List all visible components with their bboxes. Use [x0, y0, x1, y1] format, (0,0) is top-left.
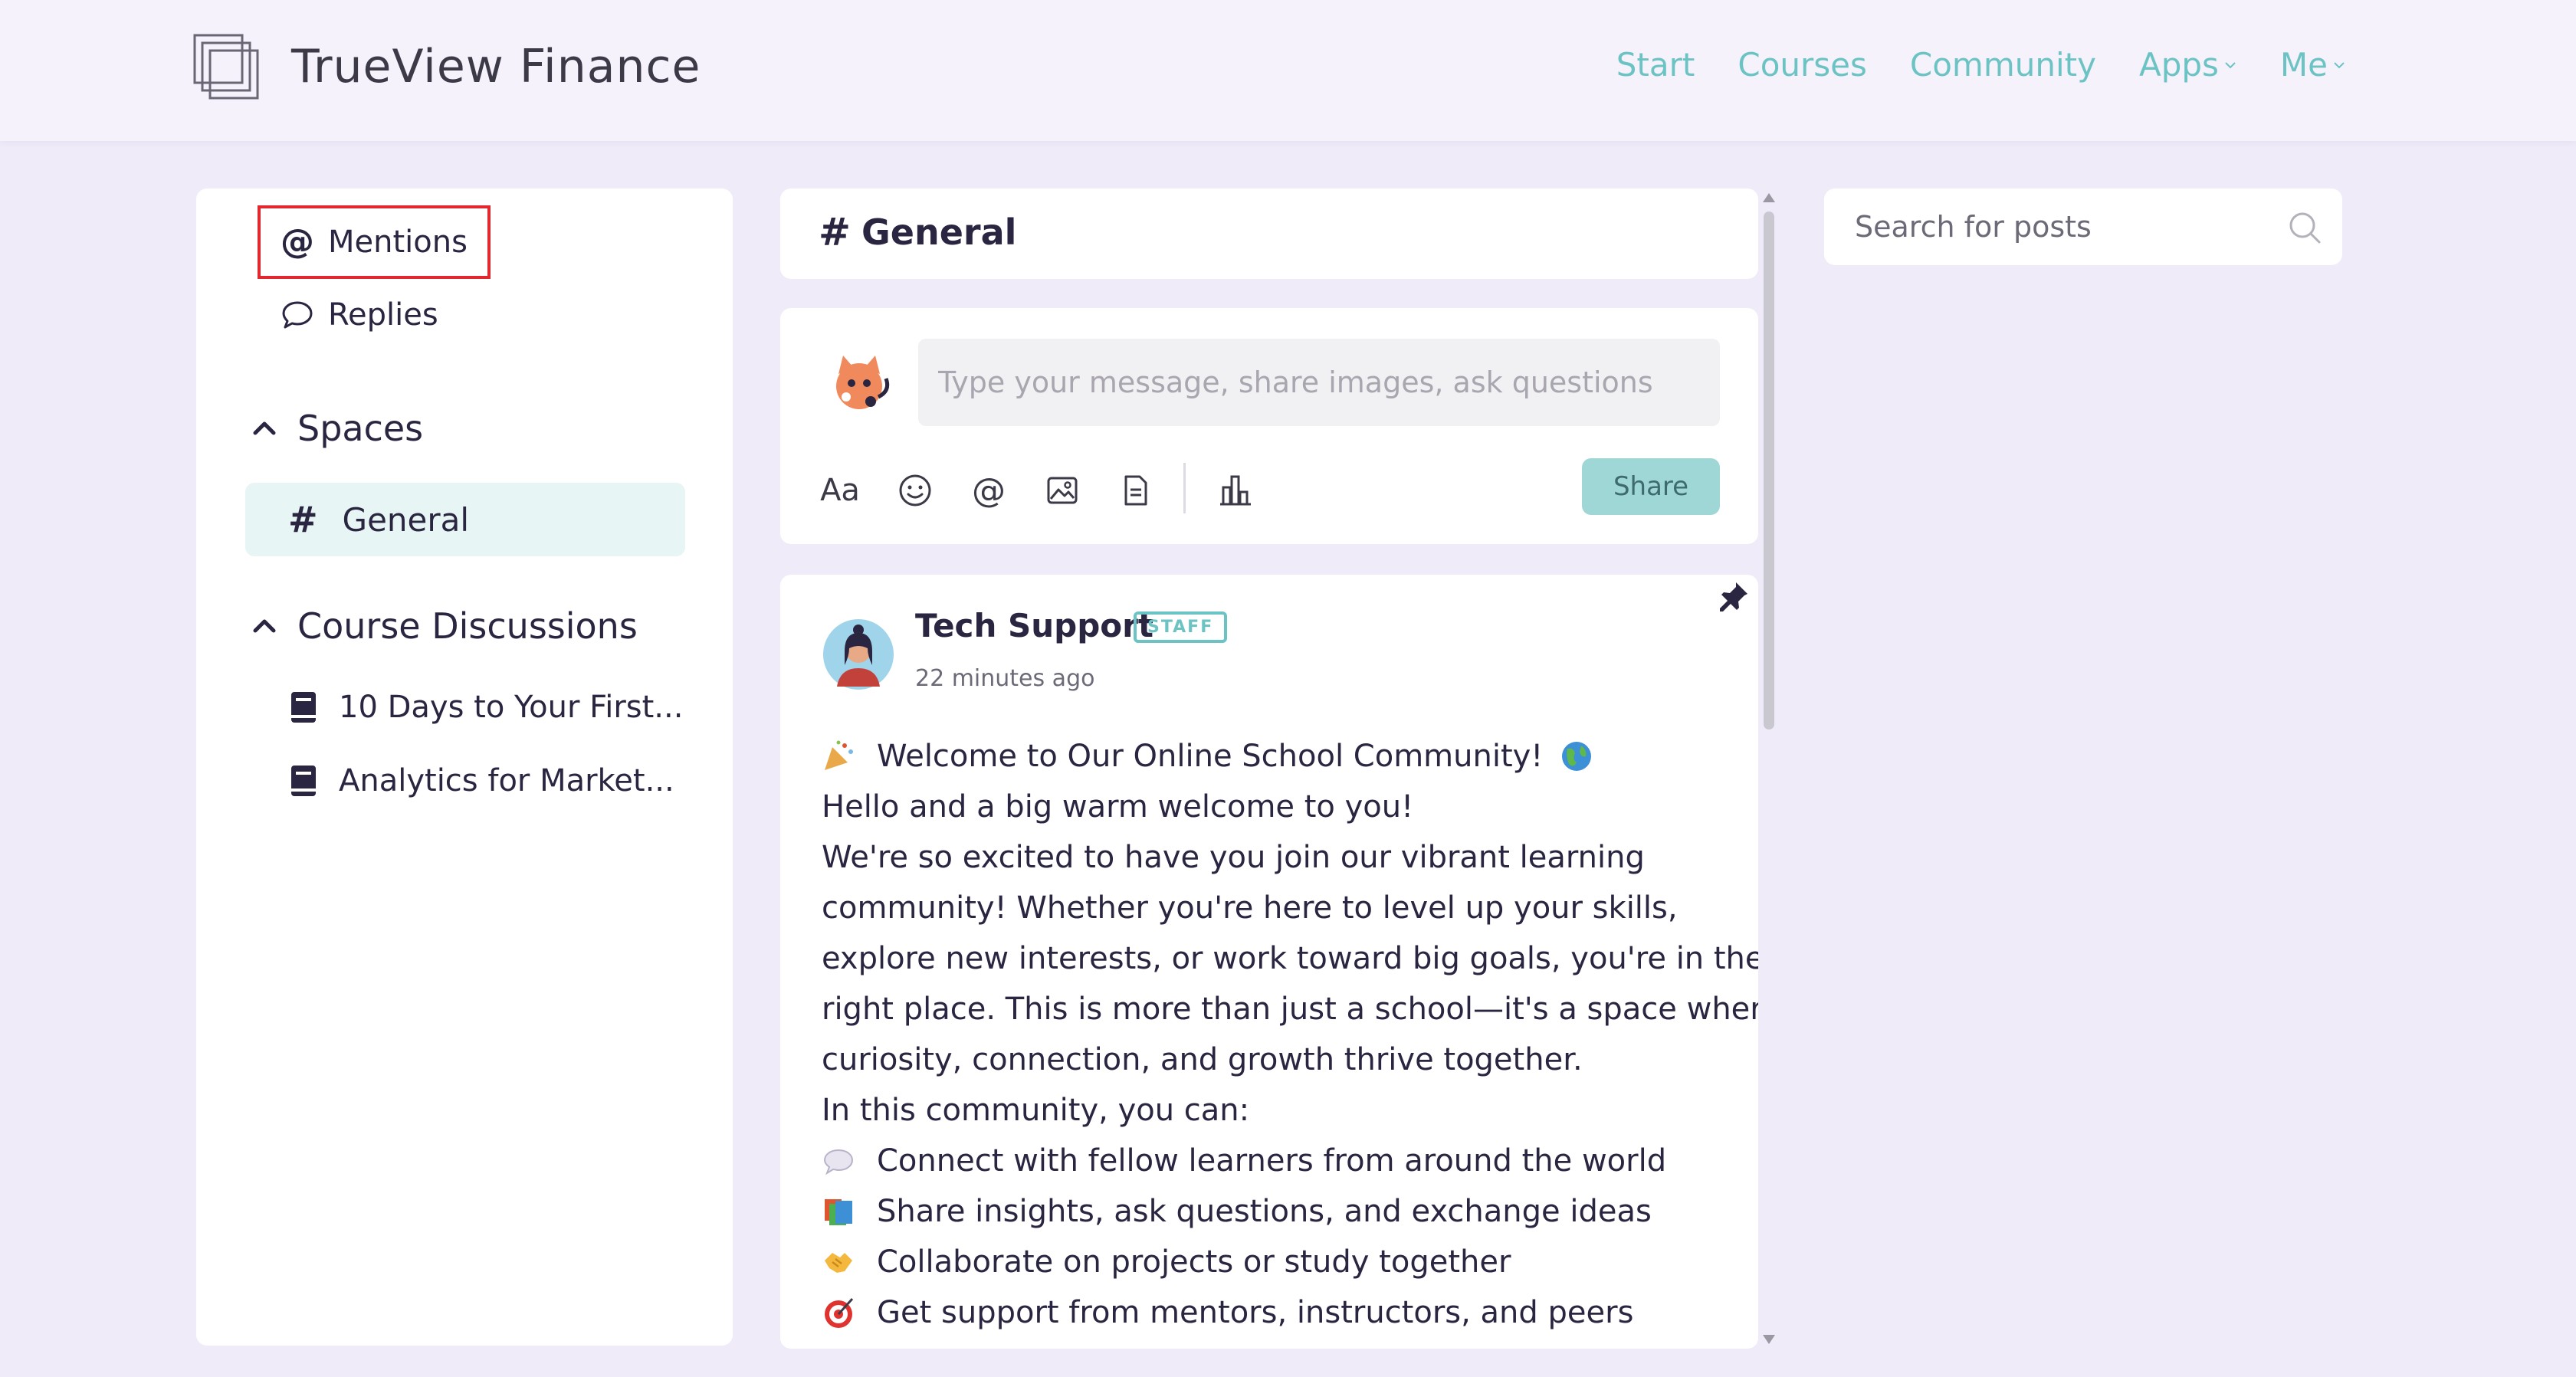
author-avatar[interactable] [822, 618, 895, 691]
spaces-toggle[interactable]: Spaces [251, 408, 423, 449]
at-icon: @ [972, 470, 1006, 510]
handshake-icon [825, 1253, 852, 1273]
book-icon [291, 766, 316, 796]
post-timestamp: 22 minutes ago [915, 665, 1095, 692]
attach-document-button[interactable] [1114, 469, 1157, 512]
nav-me[interactable]: Me [2280, 46, 2346, 84]
feed-scrollbar[interactable] [1760, 189, 1777, 1349]
post-line: Connect with fellow learners from around… [822, 1136, 1741, 1186]
scrollbar-thumb[interactable] [1764, 211, 1774, 729]
main-nav: Start Courses Community Apps Me [1616, 46, 2346, 84]
top-header: TrueView Finance Start Courses Community… [0, 0, 2576, 141]
post-line: Welcome to Our Online School Community! [822, 731, 1741, 782]
nav-community[interactable]: Community [1910, 46, 2096, 84]
chevron-down-icon [2334, 61, 2345, 68]
sidebar-replies[interactable]: Replies [281, 297, 438, 333]
post-line: community! Whether you're here to level … [822, 890, 1678, 926]
document-icon [1124, 475, 1147, 506]
sidebar-course-1[interactable]: 10 Days to Your First... [288, 690, 687, 725]
message-input[interactable] [918, 339, 1720, 426]
nav-courses[interactable]: Courses [1738, 46, 1867, 84]
staff-badge: STAFF [1134, 611, 1228, 643]
sidebar-mentions[interactable]: @ Mentions [281, 222, 468, 261]
logo-icon[interactable] [193, 34, 264, 104]
format-text-button[interactable]: Aa [819, 469, 861, 512]
post-line: Share insights, ask questions, and excha… [822, 1186, 1741, 1237]
search-icon[interactable] [2287, 210, 2322, 245]
smiley-icon [899, 474, 931, 507]
user-avatar[interactable] [825, 348, 894, 417]
sidebar-space-general[interactable]: # General [245, 483, 685, 556]
share-button[interactable]: Share [1582, 458, 1720, 515]
poll-button[interactable] [1214, 469, 1257, 512]
post-line: Get support from mentors, instructors, a… [822, 1287, 1741, 1338]
books-icon [825, 1199, 852, 1225]
hash-icon: # [819, 210, 851, 254]
image-upload-button[interactable] [1041, 469, 1084, 512]
scroll-up-arrow[interactable] [1763, 193, 1775, 202]
brand-name[interactable]: TrueView Finance [291, 40, 701, 93]
post-line: curiosity, connection, and growth thrive… [822, 1042, 1583, 1077]
post-line: right place. This is more than just a sc… [822, 992, 1758, 1027]
post-line: explore new interests, or work toward bi… [822, 941, 1758, 976]
sidebar-course-2[interactable]: Analytics for Market... [288, 763, 687, 798]
post-composer: Aa @ Share [780, 308, 1758, 544]
search-box [1824, 189, 2342, 265]
post-line: Hello and a big warm welcome to you! [822, 789, 1414, 825]
speech-bubble-icon [282, 301, 313, 329]
image-icon [1047, 477, 1078, 504]
toolbar-divider [1183, 463, 1186, 513]
left-sidebar: @ Mentions Replies Spaces # General Cour… [196, 189, 733, 1346]
pin-icon[interactable] [1715, 579, 1751, 615]
post-line: We're so excited to have you join our vi… [822, 840, 1645, 875]
nav-start[interactable]: Start [1616, 46, 1695, 84]
book-icon [291, 692, 316, 723]
post-line: In this community, you can: [822, 1093, 1250, 1128]
post-line: Collaborate on projects or study togethe… [822, 1237, 1741, 1287]
mention-button[interactable]: @ [967, 469, 1010, 512]
speech-balloon-icon [823, 1149, 854, 1175]
scroll-down-arrow[interactable] [1763, 1335, 1775, 1344]
bar-chart-icon [1220, 475, 1251, 506]
at-icon: @ [281, 222, 314, 261]
chevron-up-icon [253, 421, 276, 435]
emoji-button[interactable] [894, 469, 937, 512]
search-input[interactable] [1824, 189, 2342, 265]
party-popper-icon [825, 740, 853, 770]
globe-icon [1562, 742, 1592, 771]
chevron-up-icon [253, 619, 276, 633]
pinned-post: Tech Support STAFF 22 minutes ago Welcom… [780, 575, 1758, 1349]
target-icon [825, 1297, 854, 1328]
nav-apps[interactable]: Apps [2139, 46, 2237, 84]
hash-icon: # [288, 499, 318, 540]
post-author[interactable]: Tech Support [915, 607, 1153, 644]
channel-header: # General [780, 189, 1758, 279]
course-discussions-toggle[interactable]: Course Discussions [251, 605, 638, 647]
channel-title: General [861, 211, 1017, 253]
post-body: Welcome to Our Online School Community! … [822, 731, 1758, 1338]
chevron-down-icon [2225, 61, 2236, 68]
